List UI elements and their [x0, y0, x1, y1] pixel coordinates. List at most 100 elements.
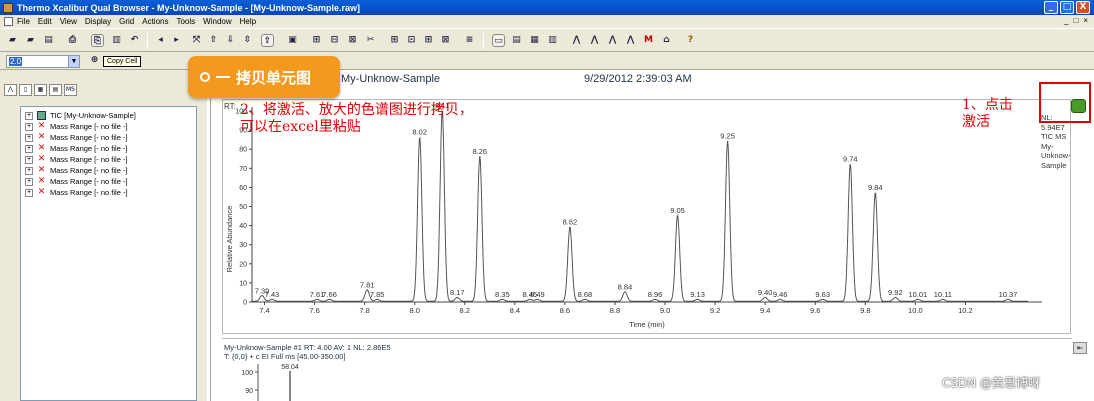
grid-a-icon[interactable]: ⊞: [388, 34, 401, 47]
annotation-line: 1、点击: [962, 97, 1013, 113]
forward-icon[interactable]: ▸: [170, 34, 183, 47]
menu-actions[interactable]: Actions: [142, 17, 168, 26]
tab-doc-icon[interactable]: ▯: [19, 84, 32, 96]
m-icon[interactable]: M: [642, 34, 655, 47]
help-icon[interactable]: ?: [684, 34, 697, 47]
mdi-close-button[interactable]: ×: [1083, 16, 1088, 25]
up-arrow-icon[interactable]: ⇧: [207, 34, 220, 47]
toolbar-separator: [147, 33, 148, 49]
peak-label: 8.35: [495, 290, 510, 299]
app-icon: [3, 2, 13, 13]
tab-spec-icon[interactable]: ▦: [34, 84, 47, 96]
tree-item[interactable]: + ✕ Mass Range [- no file -]: [25, 187, 196, 198]
display-icon[interactable]: ▣: [286, 34, 299, 47]
tree-item[interactable]: + TIC [My-Unknow-Sample]: [25, 110, 196, 121]
tree-item[interactable]: + ✕ Mass Range [- no file -]: [25, 165, 196, 176]
grid-c-icon[interactable]: ⊞: [422, 34, 435, 47]
minimize-button[interactable]: _: [1044, 1, 1058, 14]
tree-item-label: Mass Range [- no file -]: [50, 133, 128, 142]
tab-ms-icon[interactable]: MS: [64, 84, 77, 96]
tree-item[interactable]: + ✕ Mass Range [- no file -]: [25, 176, 196, 187]
copy-cell-icon[interactable]: ⎘: [91, 34, 104, 47]
peak-label: 7.85: [370, 290, 385, 299]
zoom-combo-value: 2.0: [9, 57, 23, 66]
open-file-icon[interactable]: ▰: [24, 34, 37, 47]
mdi-restore-button[interactable]: □: [1073, 16, 1078, 25]
tree-item[interactable]: + ✕ Mass Range [- no file -]: [25, 143, 196, 154]
expand-icon[interactable]: +: [25, 133, 33, 142]
expand-icon[interactable]: +: [25, 111, 33, 120]
tree-item-label: TIC [My-Unknow-Sample]: [50, 111, 136, 120]
menu-tools[interactable]: Tools: [176, 17, 195, 26]
expand-icon[interactable]: +: [25, 122, 33, 131]
main-toolbar: ▰ ▰ ▤ ⎙ ⎘ ▥ ↶ ◂ ▸ ⤧ ⇧ ⇩ ⇳ ⇪ ▣ ⊞ ⊟ ⊠ ✂ ⊞ …: [0, 28, 1094, 52]
secondary-toolbar: 2.0 ▼ ⊕: [0, 52, 1094, 70]
settings-icon[interactable]: ≡: [463, 34, 476, 47]
menu-view[interactable]: View: [60, 17, 77, 26]
expand-icon[interactable]: +: [25, 155, 33, 164]
expand-icon[interactable]: +: [25, 166, 33, 175]
menu-edit[interactable]: Edit: [38, 17, 52, 26]
down-arrow-icon[interactable]: ⇩: [224, 34, 237, 47]
spectrum-header-line: My-Unknow-Sample #1 RT: 4.00 AV: 1 NL: 2…: [224, 343, 391, 352]
peak-label-icon[interactable]: ⋀: [570, 34, 583, 47]
peak-label: 10.01: [908, 290, 927, 299]
menu-file[interactable]: File: [17, 17, 30, 26]
undo-icon[interactable]: ↶: [128, 34, 141, 47]
zoom-in-icon[interactable]: ⊕: [88, 54, 101, 67]
zoom-combo[interactable]: 2.0 ▼: [6, 55, 80, 68]
pin-icon[interactable]: ⇪: [261, 34, 274, 47]
maximize-button[interactable]: □: [1060, 1, 1074, 14]
grid-b-icon[interactable]: ⊡: [405, 34, 418, 47]
tree-item[interactable]: + ✕ Mass Range [- no file -]: [25, 121, 196, 132]
x-tick-label: 8.4: [510, 306, 520, 315]
open-folder-icon[interactable]: ▰: [6, 34, 19, 47]
menu-display[interactable]: Display: [85, 17, 111, 26]
x-tick-label: 9.0: [660, 306, 670, 315]
tree-item[interactable]: + ✕ Mass Range [- no file -]: [25, 132, 196, 143]
zoom-full-icon[interactable]: ⤧: [190, 34, 203, 47]
callout-label: 拷贝单元图: [236, 68, 312, 87]
x-icon: ✕: [37, 121, 46, 131]
tab-map-icon[interactable]: ▤: [49, 84, 62, 96]
spectrum-tick-label: 90: [245, 388, 253, 395]
expand-icon[interactable]: +: [25, 144, 33, 153]
expand-icon[interactable]: +: [25, 188, 33, 197]
back-icon[interactable]: ◂: [154, 34, 167, 47]
peak-detect-icon[interactable]: ⋀: [588, 34, 601, 47]
menu-window[interactable]: Window: [203, 17, 231, 26]
graph2-icon[interactable]: ⊟: [328, 34, 341, 47]
peak-label: 7.81: [360, 281, 375, 290]
mdi-minimize-button[interactable]: _: [1064, 16, 1068, 25]
cut-icon[interactable]: ✂: [364, 34, 377, 47]
y-tick-label: 10: [239, 280, 247, 287]
updown-icon[interactable]: ⇳: [241, 34, 254, 47]
map-view-icon[interactable]: ▦: [528, 34, 541, 47]
spectrum-pin-icon[interactable]: ⇤: [1073, 342, 1087, 354]
menu-help[interactable]: Help: [240, 17, 256, 26]
chevron-down-icon[interactable]: ▼: [68, 56, 79, 67]
tree-item[interactable]: + ✕ Mass Range [- no file -]: [25, 154, 196, 165]
document-icon[interactable]: [4, 17, 13, 26]
graph3-icon[interactable]: ⊠: [346, 34, 359, 47]
close-button[interactable]: X: [1076, 1, 1090, 14]
print-icon[interactable]: ⎙: [66, 34, 79, 47]
menu-grid[interactable]: Grid: [119, 17, 134, 26]
scan-header-icon[interactable]: ▥: [546, 34, 559, 47]
graph1-icon[interactable]: ⊞: [310, 34, 323, 47]
range-tree: + TIC [My-Unknow-Sample] + ✕ Mass Range …: [20, 106, 197, 401]
baseline-icon[interactable]: ⋀: [624, 34, 637, 47]
save-icon[interactable]: ▤: [42, 34, 55, 47]
paste-icon[interactable]: ▥: [110, 34, 123, 47]
tab-chrom-icon[interactable]: ⋀: [4, 84, 17, 96]
x-icon: ✕: [37, 165, 46, 175]
spectrum-view-icon[interactable]: ▤: [510, 34, 523, 47]
expand-icon[interactable]: +: [25, 177, 33, 186]
library-search-icon[interactable]: ⌂: [660, 34, 673, 47]
nl-line: Sample: [1041, 160, 1067, 170]
integrate-icon[interactable]: ⋀: [606, 34, 619, 47]
x-tick-label: 8.8: [610, 306, 620, 315]
peak-label: 9.74: [843, 154, 858, 163]
grid-d-icon[interactable]: ⊠: [439, 34, 452, 47]
chrom-view-icon[interactable]: ▭: [492, 34, 505, 47]
